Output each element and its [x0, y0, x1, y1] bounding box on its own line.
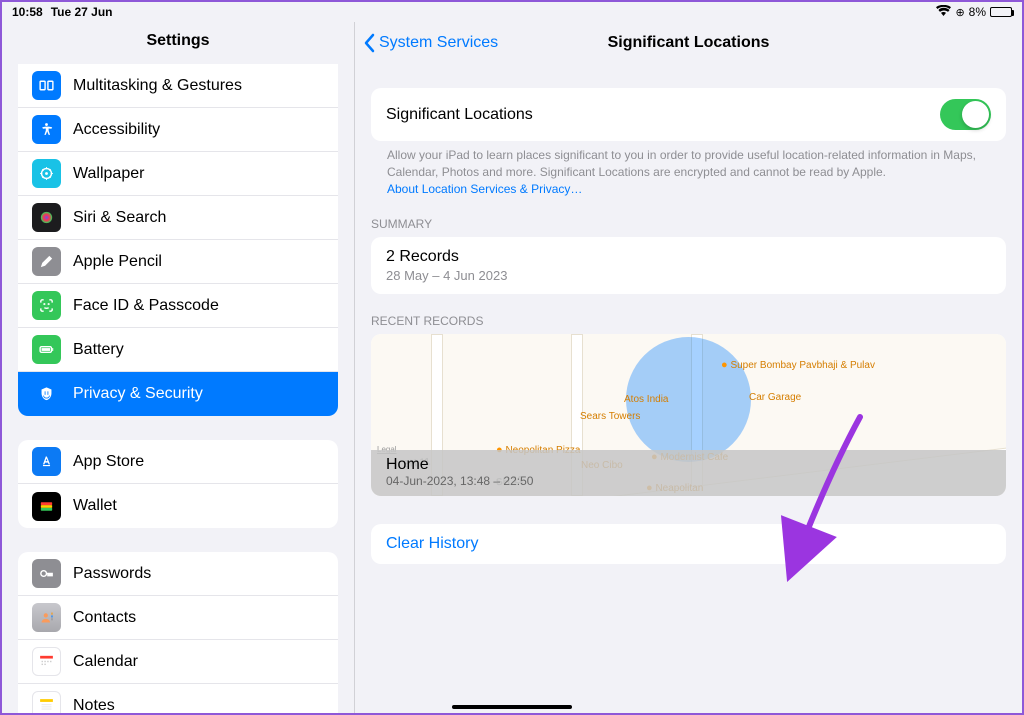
- sidebar-item-label: Siri & Search: [73, 209, 166, 227]
- status-date: Tue 27 Jun: [51, 5, 113, 19]
- app-store-icon: [32, 447, 61, 476]
- sidebar-item-wallet[interactable]: Wallet: [18, 484, 338, 528]
- status-time: 10:58: [12, 5, 43, 19]
- back-label: System Services: [379, 34, 498, 52]
- battery-pct: 8%: [969, 5, 986, 19]
- significant-locations-toggle[interactable]: [940, 99, 991, 130]
- multitasking-icon: [32, 71, 61, 100]
- siri-icon: [32, 203, 61, 232]
- recent-record-card[interactable]: Atos India Sears Towers ● Neopolitan Piz…: [371, 334, 1006, 496]
- sidebar-item-label: Calendar: [73, 653, 138, 671]
- toggle-footer: Allow your iPad to learn places signific…: [371, 141, 1006, 197]
- home-indicator[interactable]: [452, 705, 572, 709]
- sidebar-item-label: Wallet: [73, 497, 117, 515]
- orientation-lock-icon: ⊕: [955, 6, 964, 19]
- sidebar-item-label: Multitasking & Gestures: [73, 77, 242, 95]
- sidebar-item-label: Passwords: [73, 565, 151, 583]
- sidebar-title: Settings: [2, 22, 354, 64]
- faceid-icon: [32, 291, 61, 320]
- sidebar-item-wallpaper[interactable]: Wallpaper: [18, 152, 338, 196]
- records-date-range: 28 May – 4 Jun 2023: [386, 268, 991, 283]
- calendar-icon: [32, 647, 61, 676]
- sidebar-item-passwords[interactable]: Passwords: [18, 552, 338, 596]
- clear-history-button[interactable]: Clear History: [371, 524, 1006, 564]
- sidebar-item-label: Battery: [73, 341, 124, 359]
- sidebar-item-app-store[interactable]: App Store: [18, 440, 338, 484]
- sidebar-item-label: Accessibility: [73, 121, 160, 139]
- wifi-icon: [936, 5, 951, 19]
- sidebar-item-multitasking[interactable]: Multitasking & Gestures: [18, 64, 338, 108]
- map-thumbnail: Atos India Sears Towers ● Neopolitan Piz…: [371, 334, 1006, 496]
- sidebar-item-label: Privacy & Security: [73, 385, 203, 403]
- sidebar-item-apple-pencil[interactable]: Apple Pencil: [18, 240, 338, 284]
- back-button[interactable]: System Services: [363, 33, 498, 53]
- significant-locations-row: Significant Locations: [371, 88, 1006, 141]
- sidebar-item-privacy[interactable]: Privacy & Security: [18, 372, 338, 416]
- settings-sidebar: Settings Multitasking & Gestures Accessi…: [2, 22, 355, 713]
- content-pane: System Services Significant Locations Si…: [355, 22, 1022, 713]
- sidebar-item-battery[interactable]: Battery: [18, 328, 338, 372]
- toggle-label: Significant Locations: [386, 106, 533, 124]
- sidebar-item-contacts[interactable]: Contacts: [18, 596, 338, 640]
- sidebar-item-notes[interactable]: Notes: [18, 684, 338, 713]
- battery-settings-icon: [32, 335, 61, 364]
- record-place: Home: [386, 456, 991, 474]
- privacy-icon: [32, 380, 61, 409]
- record-detail: 04-Jun-2023, 13:48 – 22:50: [386, 474, 991, 488]
- sidebar-item-label: App Store: [73, 453, 144, 471]
- sidebar-item-label: Face ID & Passcode: [73, 297, 219, 315]
- contacts-icon: [32, 603, 61, 632]
- sidebar-item-label: Apple Pencil: [73, 253, 162, 271]
- recent-records-header: RECENT RECORDS: [355, 294, 1022, 334]
- sidebar-item-label: Contacts: [73, 609, 136, 627]
- records-count: 2 Records: [386, 248, 991, 266]
- sidebar-item-label: Notes: [73, 697, 115, 714]
- battery-icon: [990, 7, 1012, 17]
- about-privacy-link[interactable]: About Location Services & Privacy…: [387, 182, 582, 196]
- sidebar-item-faceid[interactable]: Face ID & Passcode: [18, 284, 338, 328]
- wallet-icon: [32, 492, 61, 521]
- notes-icon: [32, 691, 61, 713]
- sidebar-item-calendar[interactable]: Calendar: [18, 640, 338, 684]
- passwords-icon: [32, 559, 61, 588]
- status-bar: 10:58 Tue 27 Jun ⊕ 8%: [2, 2, 1022, 22]
- chevron-left-icon: [363, 33, 375, 53]
- sidebar-item-accessibility[interactable]: Accessibility: [18, 108, 338, 152]
- wallpaper-icon: [32, 159, 61, 188]
- accessibility-icon: [32, 115, 61, 144]
- pencil-icon: [32, 247, 61, 276]
- content-title: Significant Locations: [608, 34, 770, 52]
- sidebar-item-siri[interactable]: Siri & Search: [18, 196, 338, 240]
- summary-header: SUMMARY: [355, 197, 1022, 237]
- sidebar-item-label: Wallpaper: [73, 165, 144, 183]
- summary-row[interactable]: 2 Records 28 May – 4 Jun 2023: [371, 237, 1006, 294]
